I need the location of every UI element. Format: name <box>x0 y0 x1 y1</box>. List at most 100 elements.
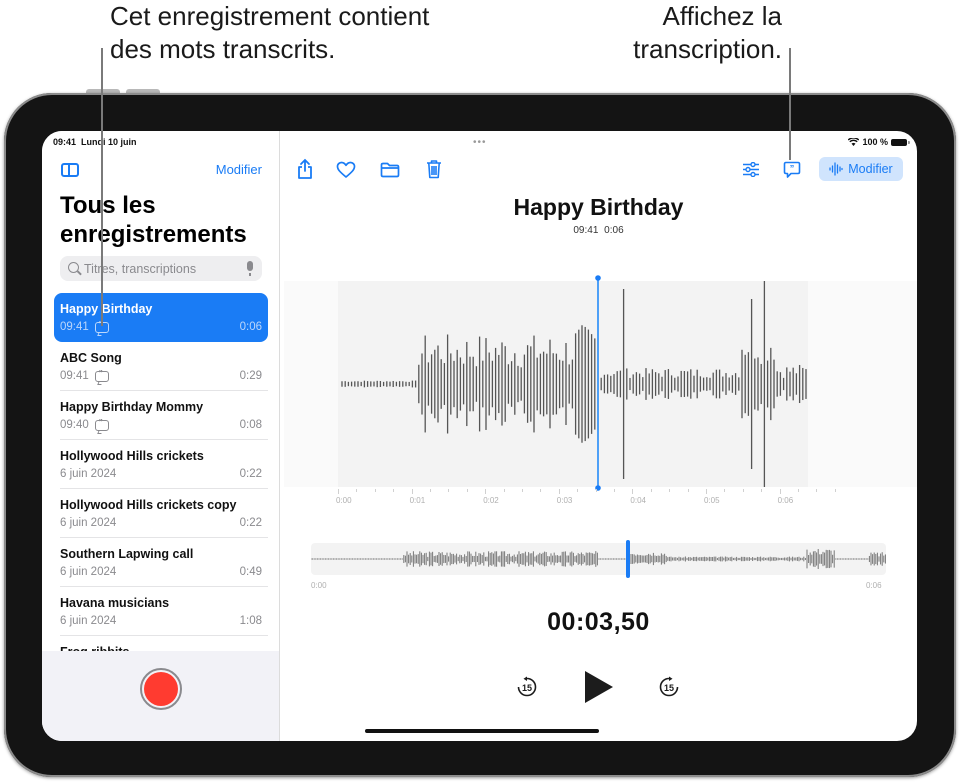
recording-duration: 0:22 <box>239 468 262 480</box>
timeline-tick <box>466 489 468 492</box>
timeline-tick <box>742 489 744 492</box>
recording-list-item[interactable]: Hollywood Hills crickets 6 juin 2024 0:22 <box>54 440 268 489</box>
timeline-tick <box>522 489 523 492</box>
timeline-tick <box>614 489 615 492</box>
recording-name: Hollywood Hills crickets <box>60 449 204 463</box>
callout-right-line2: transcription. <box>633 34 782 64</box>
waveform-icon <box>829 162 843 176</box>
timeline-tick-label: 0:02 <box>483 496 499 505</box>
callout-transcribed: Cet enregistrement contient des mots tra… <box>110 0 429 66</box>
recording-list-item[interactable]: Happy Birthday09:41”0:06 <box>54 293 268 342</box>
timeline-tick <box>834 489 836 492</box>
recording-name: Happy Birthday <box>60 302 153 316</box>
transcript-icon[interactable]: ” <box>783 161 801 179</box>
wifi-icon <box>848 138 860 146</box>
recording-duration: 0:29 <box>239 370 262 382</box>
overview-scrubber[interactable] <box>311 540 886 578</box>
timeline-tick <box>669 489 671 492</box>
recording-name: Havana musicians <box>60 596 170 610</box>
recording-name: Hollywood Hills crickets copy <box>60 498 237 512</box>
options-icon[interactable] <box>742 162 760 177</box>
recording-list-item[interactable]: Hollywood Hills crickets copy 6 juin 2024… <box>54 489 268 538</box>
skip-forward-label: 15 <box>664 683 674 693</box>
callout-left-leader <box>101 48 103 326</box>
play-button[interactable] <box>585 671 613 703</box>
timeline-tick <box>393 489 395 492</box>
overview-end-label: 0:06 <box>866 581 882 590</box>
timeline-ruler: 0:00 0:01 0:02 0:03 0:04 0:05 0:06 <box>336 489 836 519</box>
timeline-tick <box>724 489 726 492</box>
timeline-tick-label: 0:03 <box>556 496 573 505</box>
recording-meta: 09:40 ” <box>60 418 109 431</box>
sidebar-title-line2: enregistrements <box>60 221 247 248</box>
timeline-tick <box>706 489 707 494</box>
overview-playhead[interactable] <box>626 540 630 578</box>
status-right: 100 % <box>848 137 910 147</box>
microphone-icon[interactable] <box>247 261 253 276</box>
share-icon[interactable] <box>296 158 314 180</box>
recording-list-item[interactable]: Southern Lapwing call 6 juin 2024 0:49 <box>54 538 268 587</box>
timeline-tick <box>779 489 781 494</box>
timeline-tick <box>650 489 652 492</box>
search-input[interactable]: Titres, transcriptions <box>60 256 262 281</box>
recording-date: 6 juin 2024 <box>60 517 117 529</box>
recording-meta: 09:41 ” <box>60 369 109 382</box>
timeline-tick-label: 0:05 <box>704 496 720 505</box>
record-button[interactable] <box>140 668 182 710</box>
recording-meta: 6 juin 2024 <box>60 566 116 578</box>
recording-meta: 6 juin 2024 <box>60 615 116 627</box>
playhead[interactable] <box>592 273 604 493</box>
sidebar-edit-button[interactable]: Modifier <box>216 162 262 177</box>
edit-recording-button[interactable]: Modifier <box>819 157 903 181</box>
recording-date: 6 juin 2024 <box>60 615 117 627</box>
record-icon <box>144 672 178 706</box>
callout-right-line1: Affichez la <box>662 1 782 31</box>
recording-meta: 6 juin 2024 <box>60 468 116 480</box>
recording-meta: 6 juin 2024 <box>60 517 116 529</box>
timeline-tick <box>448 489 450 492</box>
timeline-tick-label: 0:00 <box>336 496 352 505</box>
sidebar-toggle-icon[interactable] <box>61 163 79 177</box>
recording-date: 09:41 <box>60 370 89 382</box>
recording-duration: 0:22 <box>239 517 262 529</box>
recording-time: 09:41 <box>573 225 599 236</box>
overview-waveform <box>311 549 886 569</box>
battery-icon <box>891 138 910 146</box>
timeline-tick <box>595 489 597 492</box>
recording-list-item[interactable]: Havana musicians 6 juin 2024 1:08 <box>54 587 268 636</box>
timeline-tick <box>540 489 542 492</box>
timeline-tick <box>356 489 358 492</box>
battery-percent: 100 % <box>862 137 888 147</box>
timeline-tick <box>411 489 413 494</box>
sidebar-title: Tous les enregistrements <box>60 191 247 249</box>
recording-list-item[interactable]: ABC Song 09:41 ” 0:29 <box>54 342 268 391</box>
recordings-list: Happy Birthday 09:41 ” 0:06 ABC Song 09:41 ” 0:… <box>54 293 268 685</box>
recording-list-item[interactable]: Happy Birthday Mommy 09:40 ” 0:08 <box>54 391 268 440</box>
timeline-tick <box>338 489 339 494</box>
playhead-top-handle[interactable] <box>595 275 601 281</box>
folder-icon[interactable] <box>380 162 400 178</box>
timeline-tick <box>374 489 376 492</box>
sidebar-title-line1: Tous les <box>60 192 156 219</box>
timeline-tick <box>577 489 579 492</box>
recording-name: ABC Song <box>60 351 122 365</box>
skip-forward-15-icon[interactable]: 15 <box>658 676 680 698</box>
timeline-tick <box>558 489 560 494</box>
main-panel: ••• 100 % ” Modifier Happy Birthday 09:4… <box>280 131 917 741</box>
multitask-grabber[interactable]: ••• <box>473 137 487 148</box>
trash-icon[interactable] <box>426 159 442 179</box>
timeline-tick <box>485 489 487 494</box>
callout-left-line2: des mots transcrits. <box>110 34 336 64</box>
sidebar: 09:41 Lundi 10 juin Modifier Tous les en… <box>42 131 280 741</box>
recording-date: 6 juin 2024 <box>60 468 117 480</box>
callout-show-transcript: Affichez la transcription. <box>633 0 782 66</box>
timeline-tick-label: 0:06 <box>777 496 794 505</box>
skip-back-15-icon[interactable]: 15 <box>516 676 538 698</box>
recording-duration: 0:06 <box>604 225 624 236</box>
recording-date: 6 juin 2024 <box>60 566 117 578</box>
timeline-tick <box>761 489 763 492</box>
recording-date: 09:41 <box>60 321 89 333</box>
heart-icon[interactable] <box>336 161 356 179</box>
status-date: Lundi 10 juin <box>81 137 137 147</box>
callout-left-line1: Cet enregistrement contient <box>110 1 430 31</box>
